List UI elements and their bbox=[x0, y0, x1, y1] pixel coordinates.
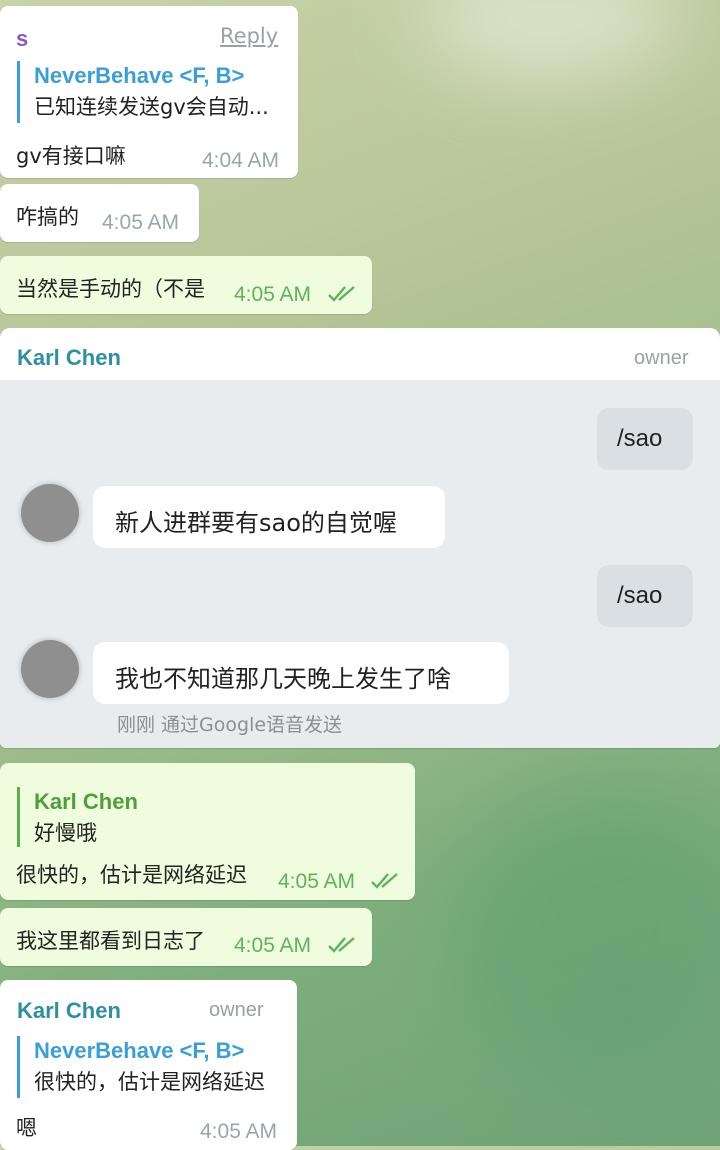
owner-badge: owner bbox=[209, 999, 264, 1021]
sender-name[interactable]: s bbox=[16, 26, 28, 52]
message-text: 咋搞的 bbox=[16, 205, 79, 229]
quoted-text: 已知连续发送gv会自动... bbox=[34, 95, 269, 119]
outgoing-message-bubble[interactable]: 我这里都看到日志了 4:05 AM bbox=[0, 908, 372, 966]
message-bubble-karl-chen[interactable]: Karl Chen owner NeverBehave <F, B> 很快的，估… bbox=[0, 980, 297, 1150]
sender-name[interactable]: Karl Chen bbox=[17, 998, 121, 1024]
message-time: 4:05 AM bbox=[234, 283, 312, 306]
message-time: 4:05 AM bbox=[200, 1120, 278, 1143]
screenshot-command-text: /sao bbox=[617, 582, 663, 609]
quoted-sender: NeverBehave <F, B> bbox=[34, 1038, 245, 1063]
quoted-text: 好慢哦 bbox=[34, 821, 97, 845]
message-time: 4:04 AM bbox=[202, 149, 280, 172]
message-bubble-s[interactable]: s Reply NeverBehave <F, B> 已知连续发送gv会自动..… bbox=[0, 6, 298, 178]
read-checkmarks-icon bbox=[371, 873, 398, 889]
screenshot-command-bubble: /sao bbox=[597, 408, 693, 470]
message-text: gv有接口嘛 bbox=[16, 144, 126, 168]
outgoing-message-bubble[interactable]: Karl Chen 好慢哦 很快的，估计是网络延迟 4:05 AM bbox=[0, 763, 415, 900]
screenshot-reply-bubble: 我也不知道那几天晚上发生了啥 bbox=[93, 642, 509, 704]
message-text: 很快的，估计是网络延迟 bbox=[16, 863, 247, 887]
avatar bbox=[21, 484, 79, 542]
sender-name[interactable]: Karl Chen bbox=[17, 345, 121, 371]
quoted-sender: Karl Chen bbox=[34, 789, 138, 814]
owner-badge: owner bbox=[634, 347, 689, 369]
image-message-card[interactable]: Karl Chen owner /sao 新人进群要有sao的自觉喔 /sao … bbox=[0, 328, 720, 748]
message-text: 当然是手动的（不是 bbox=[16, 277, 205, 301]
quoted-text: 很快的，估计是网络延迟 bbox=[34, 1070, 265, 1094]
read-checkmarks-icon bbox=[328, 937, 355, 953]
screenshot-reply-text: 新人进群要有sao的自觉喔 bbox=[115, 509, 397, 537]
quoted-message[interactable]: Karl Chen 好慢哦 bbox=[17, 787, 138, 847]
message-bubble[interactable]: 咋搞的 4:05 AM bbox=[0, 184, 199, 242]
message-time: 4:05 AM bbox=[278, 870, 356, 893]
read-checkmarks-icon bbox=[328, 286, 355, 302]
screenshot-reply-text: 我也不知道那几天晚上发生了啥 bbox=[115, 665, 451, 693]
screenshot-command-text: /sao bbox=[617, 425, 663, 452]
screenshot-reply-bubble: 新人进群要有sao的自觉喔 bbox=[93, 486, 445, 548]
background-light bbox=[420, 0, 680, 80]
message-time: 4:05 AM bbox=[102, 211, 180, 234]
outgoing-message-bubble[interactable]: 当然是手动的（不是 4:05 AM bbox=[0, 256, 372, 314]
screenshot-image[interactable]: /sao 新人进群要有sao的自觉喔 /sao 我也不知道那几天晚上发生了啥 刚… bbox=[0, 380, 720, 748]
quoted-message[interactable]: NeverBehave <F, B> 很快的，估计是网络延迟 bbox=[17, 1036, 265, 1098]
quoted-message[interactable]: NeverBehave <F, B> 已知连续发送gv会自动... bbox=[17, 61, 269, 123]
message-time: 4:05 AM bbox=[234, 934, 312, 957]
message-text: 我这里都看到日志了 bbox=[16, 929, 205, 953]
screenshot-command-bubble: /sao bbox=[597, 565, 693, 627]
reply-link[interactable]: Reply bbox=[220, 24, 278, 48]
background-shade bbox=[450, 780, 720, 1080]
avatar bbox=[21, 640, 79, 698]
message-text: 嗯 bbox=[16, 1116, 37, 1140]
quoted-sender: NeverBehave <F, B> bbox=[34, 63, 245, 88]
screenshot-caption: 刚刚 通过Google语音发送 bbox=[117, 714, 343, 736]
